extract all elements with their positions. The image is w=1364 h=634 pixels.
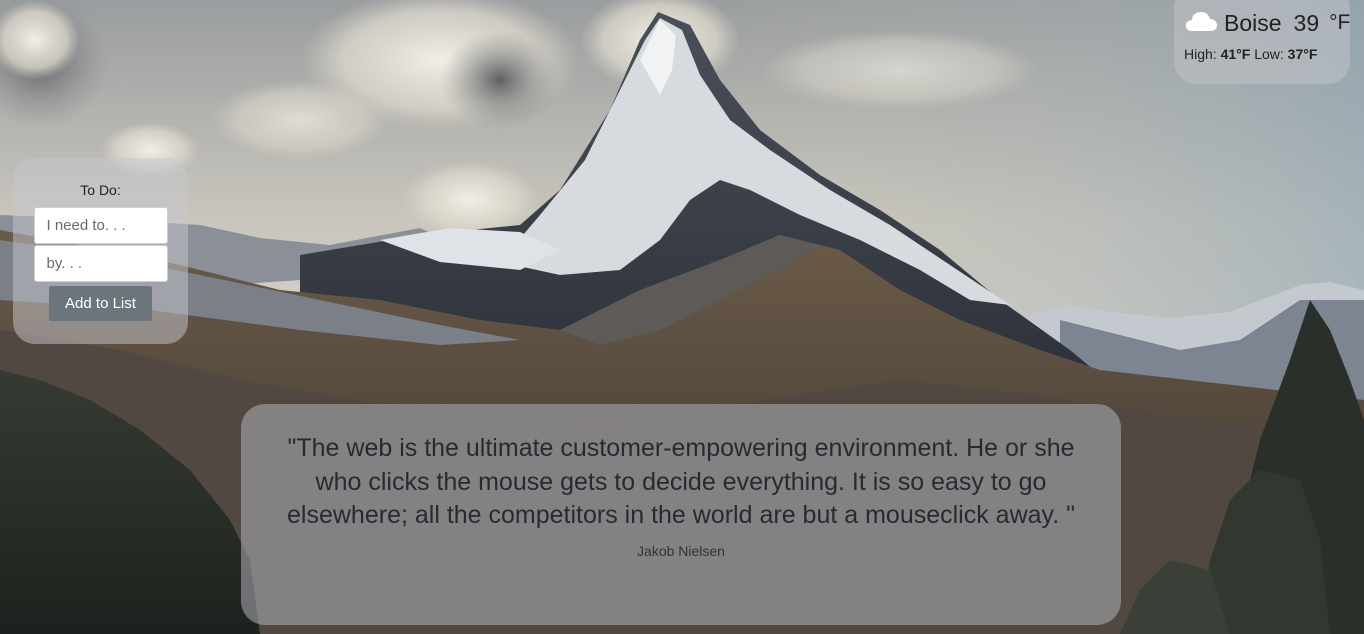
todo-widget: To Do: Add to List — [13, 158, 188, 344]
weather-city: Boise — [1224, 9, 1282, 36]
weather-summary: Boise 39 °F — [1184, 8, 1350, 38]
todo-task-input[interactable] — [33, 207, 168, 244]
add-to-list-button[interactable]: Add to List — [49, 286, 152, 321]
weather-high-low: High: 41°F Low: 37°F — [1184, 46, 1340, 62]
todo-date-input[interactable] — [33, 245, 168, 282]
weather-temperature: 39 — [1293, 9, 1320, 36]
weather-low-value: 37°F — [1287, 46, 1318, 62]
quote-author: Jakob Nielsen — [637, 542, 725, 559]
weather-high-label: High: — [1184, 46, 1217, 62]
quote-text: "The web is the ultimate customer-empowe… — [287, 434, 1075, 529]
quote-panel: "The web is the ultimate customer-empowe… — [241, 404, 1121, 625]
weather-low-label: Low: — [1254, 46, 1284, 62]
cloud-icon — [1184, 10, 1218, 37]
weather-widget: Boise 39 °F High: 41°F Low: 37°F — [1174, 0, 1350, 84]
weather-unit: °F — [1329, 11, 1351, 34]
weather-high-value: 41°F — [1220, 46, 1251, 62]
todo-title: To Do: — [80, 182, 121, 198]
